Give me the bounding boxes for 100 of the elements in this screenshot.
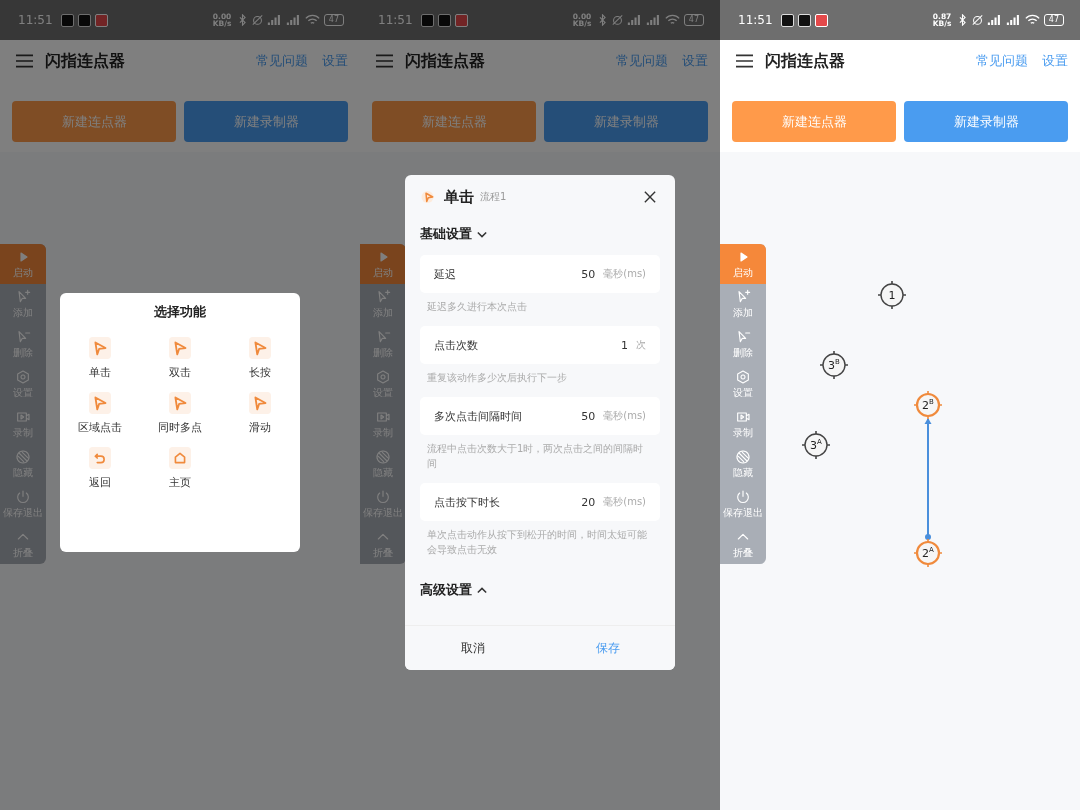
header-link[interactable]: 常见问题 [616,52,668,70]
field-value[interactable]: 20 [581,495,596,509]
create-button[interactable]: 新建连点器 [12,101,176,142]
signal-icon [626,14,642,26]
signal-icon [1005,14,1021,26]
signal-icon [266,14,282,26]
chevron-up-icon [477,586,487,594]
app-notification-icon [437,13,451,27]
setting-field[interactable]: 多次点击间隔时间 50 毫秒(ms) [420,397,660,435]
toolbar-button[interactable]: 折叠 [720,524,766,564]
section-toggle[interactable]: 基础设置 [420,219,487,249]
function-option[interactable]: 同时多点 [140,392,220,435]
tap-point-marker[interactable]: 3$^{B}$ [819,350,849,380]
tap-point-marker[interactable]: 3$^{A}$ [801,430,831,460]
toolbar-button[interactable]: 启动 [720,244,766,284]
create-button[interactable]: 新建连点器 [372,101,536,142]
cursor-icon [169,392,191,414]
status-time: 11:51 [18,13,53,27]
wifi-icon [664,14,680,26]
section-toggle[interactable]: 高级设置 [420,575,487,605]
cursor-icon [249,392,271,414]
field-label: 点击次数 [434,337,478,353]
close-icon[interactable] [644,191,656,203]
cursor-plus-icon [735,288,751,305]
field-label: 点击按下时长 [434,494,500,510]
create-button[interactable]: 新建连点器 [732,101,896,142]
tap-point-marker[interactable]: 2$^{A}$ [913,538,943,568]
home-icon [169,447,191,469]
create-button[interactable]: 新建录制器 [904,101,1068,142]
header-link[interactable]: 常见问题 [256,52,308,70]
header-link[interactable]: 常见问题 [976,52,1028,70]
header-link[interactable]: 设置 [682,52,708,70]
hexagon-icon [735,368,751,385]
function-option[interactable]: 双击 [140,337,220,380]
app-notification-icon [814,13,828,27]
hexagon-icon [15,368,31,385]
cursor-minus-icon [15,328,31,345]
app-title: 闪指连点器 [45,50,125,72]
toolbar-button[interactable]: 录制 [720,404,766,444]
function-option[interactable]: 长按 [220,337,300,380]
tap-point-marker[interactable]: 1 [877,280,907,310]
dialog-title: 单击 [444,187,474,207]
function-option[interactable]: 主页 [140,447,220,490]
field-hint: 单次点击动作从按下到松开的时间，时间太短可能会导致点击无效 [426,528,648,557]
toolbar-button[interactable]: 隐藏 [720,444,766,484]
signal-icon [285,14,301,26]
header-link[interactable]: 设置 [1042,52,1068,70]
app-notification-icon [60,13,74,27]
field-label: 多次点击间隔时间 [434,408,522,424]
toolbar-button[interactable]: 启动 [360,244,406,284]
power-icon [15,488,31,505]
toolbar-button[interactable]: 设置 [720,364,766,404]
cancel-button[interactable]: 取消 [405,626,540,670]
chevron-down-icon [477,230,487,238]
hexagon-icon [375,368,391,385]
field-value[interactable]: 50 [581,267,596,281]
cursor-icon [249,337,271,359]
tap-point-marker[interactable]: 2$^{B}$ [913,390,943,420]
function-option[interactable]: 返回 [60,447,140,490]
app-notification-icon [780,13,794,27]
field-unit: 毫秒(ms) [603,495,646,509]
cursor-minus-icon [735,328,751,345]
create-button[interactable]: 新建录制器 [184,101,348,142]
function-option[interactable]: 滑动 [220,392,300,435]
cursor-plus-icon [375,288,391,305]
cursor-icon [89,337,111,359]
toolbar-button[interactable]: 删除 [720,324,766,364]
field-hint: 延迟多久进行本次点击 [426,300,528,314]
field-value[interactable]: 50 [581,409,596,423]
app-notification-icon [420,13,434,27]
header-link[interactable]: 设置 [322,52,348,70]
setting-field[interactable]: 点击按下时长 20 毫秒(ms) [420,483,660,521]
toolbar-button[interactable]: 启动 [0,244,46,284]
field-unit: 毫秒(ms) [603,267,646,281]
app-notification-icon [77,13,91,27]
create-button[interactable]: 新建录制器 [544,101,708,142]
toolbar-button[interactable]: 添加 [720,284,766,324]
power-icon [375,488,391,505]
app-title: 闪指连点器 [765,50,845,72]
app-notification-icon [94,13,108,27]
dialog-subtitle: 流程1 [480,190,507,204]
setting-field[interactable]: 点击次数 1 次 [420,326,660,364]
save-button[interactable]: 保存 [540,626,675,670]
app-notification-icon [797,13,811,27]
toolbar-button[interactable]: 保存退出 [720,484,766,524]
return-icon [89,447,111,469]
function-option[interactable]: 单击 [60,337,140,380]
battery-indicator: 47 [1043,14,1064,26]
app-notification-icon [454,13,468,27]
battery-indicator: 47 [323,14,344,26]
battery-indicator: 47 [683,14,704,26]
function-option[interactable]: 区域点击 [60,392,140,435]
field-unit: 毫秒(ms) [603,409,646,423]
menu-icon[interactable] [736,54,753,68]
cursor-icon [89,392,111,414]
signal-icon [645,14,661,26]
signal-icon [986,14,1002,26]
app-title: 闪指连点器 [405,50,485,72]
setting-field[interactable]: 延迟 50 毫秒(ms) [420,255,660,293]
field-value[interactable]: 1 [621,338,628,352]
